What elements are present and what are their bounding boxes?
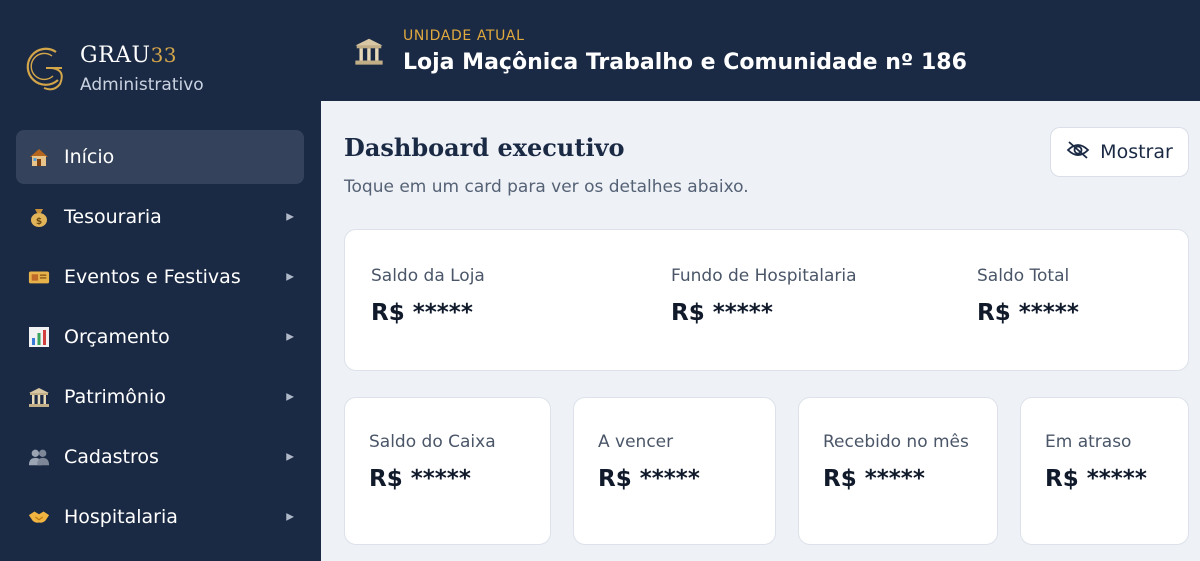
svg-text:$: $ <box>36 217 42 227</box>
handshake-icon <box>28 506 50 528</box>
main-content: Dashboard executivo Toque em um card par… <box>321 101 1200 561</box>
sidebar-item-inicio[interactable]: Início <box>16 130 304 184</box>
metric: Saldo do Caixa R$ ***** <box>369 432 496 492</box>
metric-label: A vencer <box>598 432 674 452</box>
chevron-right-icon: ▶ <box>286 211 294 223</box>
metric-value: R$ ***** <box>598 466 700 492</box>
metric-value: R$ ***** <box>369 466 471 492</box>
metric-label: Recebido no mês <box>823 432 969 452</box>
page-subtitle: Toque em um card para ver os detalhes ab… <box>344 177 749 197</box>
money-bag-icon: $ <box>28 206 50 228</box>
metric-saldo-total: Saldo Total R$ ***** <box>977 266 1079 326</box>
metric-value: R$ ***** <box>371 300 473 326</box>
summary-card[interactable]: Saldo da Loja R$ ***** Fundo de Hospital… <box>344 229 1189 371</box>
sidebar-item-label: Tesouraria <box>64 206 162 228</box>
brand-name: GRAU33 <box>80 42 178 68</box>
metric-value: R$ ***** <box>823 466 925 492</box>
sidebar-nav: Início $ Tesouraria ▶ Eventos e Festivas… <box>16 130 304 550</box>
bar-chart-icon <box>28 326 50 348</box>
card-recebido-mes[interactable]: Recebido no mês R$ ***** <box>798 397 998 545</box>
brand-subtitle: Administrativo <box>80 74 204 95</box>
metric-value: R$ ***** <box>977 300 1079 326</box>
card-saldo-caixa[interactable]: Saldo do Caixa R$ ***** <box>344 397 551 545</box>
ticket-icon <box>28 266 50 288</box>
chevron-right-icon: ▶ <box>286 451 294 463</box>
chevron-right-icon: ▶ <box>286 511 294 523</box>
g3-logo-icon <box>22 40 70 96</box>
eye-off-icon <box>1066 140 1090 165</box>
metric-label: Saldo da Loja <box>371 266 485 286</box>
show-values-button[interactable]: Mostrar <box>1050 127 1189 177</box>
metric-value: R$ ***** <box>1045 466 1147 492</box>
page-title: Dashboard executivo <box>344 133 625 162</box>
sidebar-item-label: Hospitalaria <box>64 506 178 528</box>
sidebar-item-patrimonio[interactable]: Patrimônio ▶ <box>16 370 304 424</box>
chevron-right-icon: ▶ <box>286 391 294 403</box>
sidebar-item-hospitalaria[interactable]: Hospitalaria ▶ <box>16 490 304 544</box>
metric: Recebido no mês R$ ***** <box>823 432 969 492</box>
house-icon <box>28 146 50 168</box>
sidebar: GRAU33 Administrativo Início $ Tesourari… <box>0 0 321 561</box>
metric-label: Em atraso <box>1045 432 1132 452</box>
sidebar-item-eventos[interactable]: Eventos e Festivas ▶ <box>16 250 304 304</box>
card-a-vencer[interactable]: A vencer R$ ***** <box>573 397 776 545</box>
sidebar-item-label: Eventos e Festivas <box>64 266 241 288</box>
unit-label: UNIDADE ATUAL <box>403 28 525 44</box>
brand[interactable]: GRAU33 Administrativo <box>22 40 204 96</box>
metric-label: Saldo Total <box>977 266 1070 286</box>
sidebar-item-label: Cadastros <box>64 446 159 468</box>
show-button-label: Mostrar <box>1100 141 1173 163</box>
metric: A vencer R$ ***** <box>598 432 700 492</box>
metric: Em atraso R$ ***** <box>1045 432 1147 492</box>
metric-fundo-hospitalaria: Fundo de Hospitalaria R$ ***** <box>671 266 857 326</box>
people-icon <box>28 446 50 468</box>
sidebar-item-label: Início <box>64 146 115 168</box>
chevron-right-icon: ▶ <box>286 331 294 343</box>
sidebar-item-orcamento[interactable]: Orçamento ▶ <box>16 310 304 364</box>
metric-value: R$ ***** <box>671 300 773 326</box>
classical-building-icon <box>28 386 50 408</box>
metric-saldo-loja: Saldo da Loja R$ ***** <box>371 266 485 326</box>
metric-label: Saldo do Caixa <box>369 432 496 452</box>
card-em-atraso[interactable]: Em atraso R$ ***** <box>1020 397 1189 545</box>
sidebar-item-cadastros[interactable]: Cadastros ▶ <box>16 430 304 484</box>
sidebar-item-tesouraria[interactable]: $ Tesouraria ▶ <box>16 190 304 244</box>
sidebar-item-label: Orçamento <box>64 326 170 348</box>
chevron-right-icon: ▶ <box>286 271 294 283</box>
sidebar-item-label: Patrimônio <box>64 386 166 408</box>
classical-building-icon <box>354 36 384 66</box>
header: UNIDADE ATUAL Loja Maçônica Trabalho e C… <box>321 0 1200 101</box>
unit-name: Loja Maçônica Trabalho e Comunidade nº 1… <box>403 50 967 75</box>
brand-name-suffix: 33 <box>150 42 178 67</box>
metric-label: Fundo de Hospitalaria <box>671 266 857 286</box>
